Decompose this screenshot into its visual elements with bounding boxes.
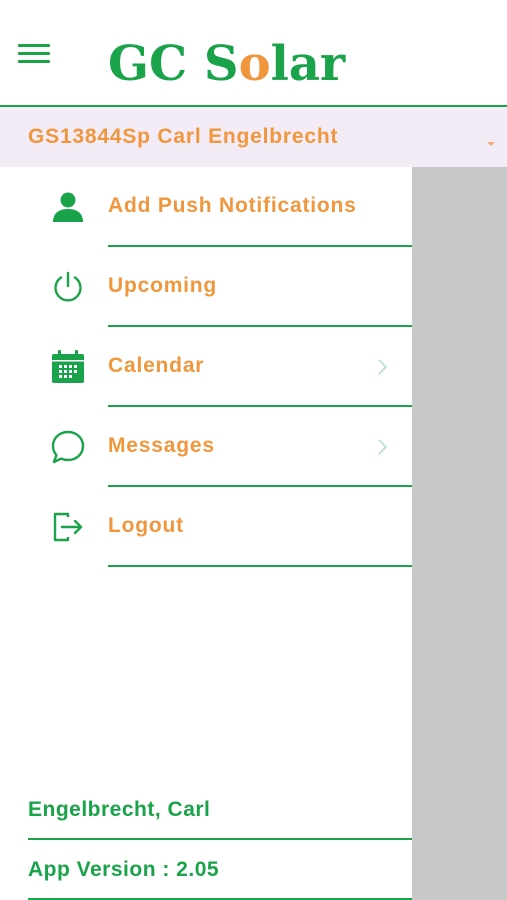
- hamburger-menu-icon[interactable]: [18, 44, 50, 66]
- menu-item-add-push-notifications[interactable]: Add Push Notifications: [0, 167, 412, 247]
- app-screen: GC Solar GS13844Sp Carl Engelbrecht Add …: [0, 0, 507, 900]
- navigation-drawer: Add Push Notifications Upcoming Calendar…: [0, 167, 412, 900]
- chevron-right-icon: [376, 439, 390, 455]
- chat-bubble-icon: [50, 429, 86, 465]
- account-selector-value: GS13844Sp Carl Engelbrecht: [28, 125, 339, 148]
- menu-item-label: Messages: [108, 434, 215, 457]
- menu-item-calendar[interactable]: Calendar: [0, 327, 412, 407]
- user-name-text: Engelbrecht, Carl: [28, 798, 211, 821]
- menu-item-upcoming[interactable]: Upcoming: [0, 247, 412, 327]
- menu-divider: [108, 565, 412, 567]
- logout-icon: [50, 509, 86, 545]
- app-header: GC Solar: [0, 0, 507, 107]
- account-selector[interactable]: GS13844Sp Carl Engelbrecht: [0, 107, 507, 167]
- footer-user-name: Engelbrecht, Carl: [0, 780, 412, 840]
- power-icon: [50, 269, 86, 305]
- menu-item-logout[interactable]: Logout: [0, 487, 412, 567]
- caret-down-icon: [487, 142, 495, 146]
- chevron-right-icon: [376, 359, 390, 375]
- drawer-backdrop[interactable]: [412, 167, 507, 900]
- menu-item-label: Logout: [108, 514, 184, 537]
- menu-item-label: Calendar: [108, 354, 205, 377]
- app-version-text: App Version : 2.05: [28, 858, 220, 881]
- brand-logo: GC Solar: [108, 36, 346, 92]
- menu-item-messages[interactable]: Messages: [0, 407, 412, 487]
- menu-item-label: Add Push Notifications: [108, 194, 357, 217]
- calendar-icon: [50, 349, 86, 385]
- footer-app-version: App Version : 2.05: [0, 840, 412, 900]
- user-icon: [50, 189, 86, 225]
- menu-item-label: Upcoming: [108, 274, 218, 297]
